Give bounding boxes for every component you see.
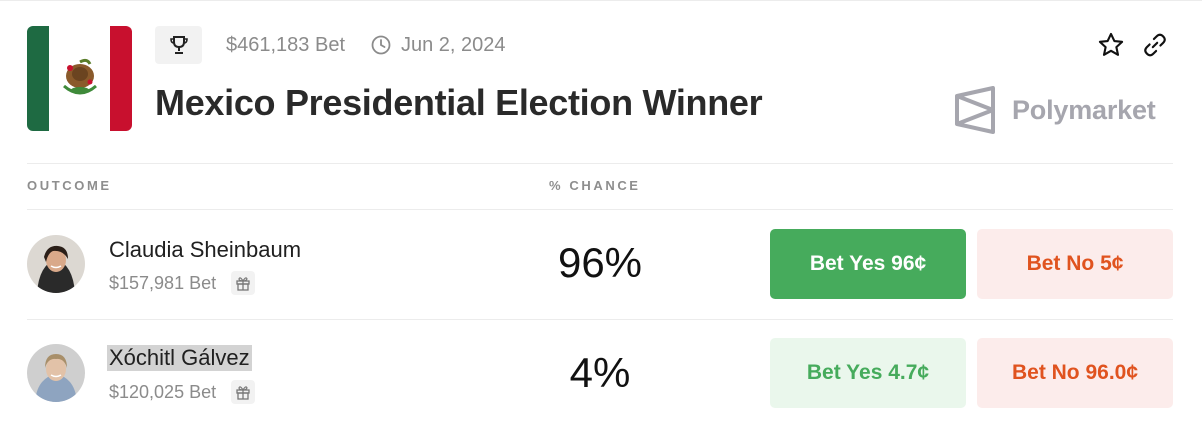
chance-value: 96% — [557, 239, 643, 286]
bet-yes-button[interactable]: Bet Yes 4.7¢ — [770, 338, 966, 408]
page-title: Mexico Presidential Election Winner — [155, 82, 763, 123]
candidate-name[interactable]: Claudia Sheinbaum — [109, 237, 301, 263]
candidate-name[interactable]: Xóchitl Gálvez — [107, 345, 252, 371]
bet-no-button[interactable]: Bet No 96.0¢ — [977, 338, 1173, 408]
trophy-icon — [169, 36, 188, 54]
avatar — [27, 235, 85, 293]
gift-icon — [236, 277, 250, 291]
mexico-flag-image — [27, 26, 132, 131]
gift-button[interactable] — [231, 380, 256, 404]
bet-yes-button[interactable]: Bet Yes 96¢ — [770, 229, 966, 299]
gift-icon — [236, 386, 250, 400]
chance-column-header: % CHANCE — [549, 178, 641, 193]
table-header-divider — [27, 209, 1173, 210]
gift-button[interactable] — [231, 271, 256, 295]
outcome-column-header: OUTCOME — [27, 178, 112, 193]
brand-name: Polymarket — [1012, 94, 1156, 125]
market-end-date: Jun 2, 2024 — [401, 33, 506, 56]
clock-icon — [371, 35, 391, 55]
star-icon — [1098, 32, 1124, 56]
candidate-volume: $120,025 Bet — [109, 381, 217, 402]
trophy-badge[interactable] — [155, 26, 202, 64]
market-meta-row: $461,183 Bet Jun 2, 2024 — [155, 26, 506, 64]
eagle-emblem-icon — [62, 58, 97, 94]
top-border — [0, 0, 1202, 1]
candidate-volume: $157,981 Bet — [109, 272, 217, 293]
avatar — [27, 344, 85, 402]
row-divider — [27, 319, 1173, 320]
chance-value: 4% — [569, 349, 631, 396]
favorite-button[interactable] — [1096, 30, 1126, 60]
polymarket-brand[interactable]: Polymarket — [953, 86, 1156, 134]
polymarket-logo-icon — [955, 86, 995, 134]
copy-link-button[interactable] — [1140, 30, 1170, 60]
market-volume: $461,183 Bet — [226, 33, 345, 56]
bet-no-button[interactable]: Bet No 5¢ — [977, 229, 1173, 299]
header-divider — [27, 163, 1173, 164]
link-icon — [1144, 33, 1166, 57]
